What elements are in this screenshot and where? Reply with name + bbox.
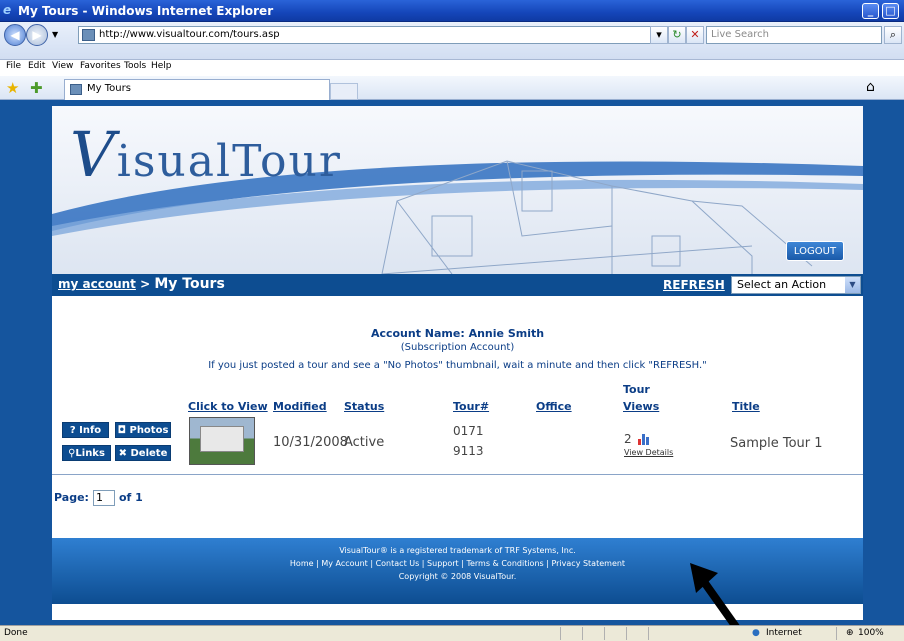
row-divider — [52, 474, 863, 475]
pager-total: of 1 — [118, 491, 143, 504]
action-select-value: Select an Action — [737, 278, 827, 291]
logo-text: isualTour — [116, 136, 342, 187]
globe-icon: ● — [752, 628, 760, 638]
bar-chart-icon[interactable] — [638, 434, 652, 445]
window-title: My Tours - Windows Internet Explorer — [18, 4, 274, 18]
page-icon — [70, 84, 82, 95]
row-tour-number-2: 9113 — [453, 444, 484, 458]
site-logo[interactable]: VisualTour — [70, 118, 342, 191]
row-title: Sample Tour 1 — [730, 436, 823, 451]
search-icon[interactable]: ⌕ — [884, 26, 902, 44]
page-title: My Tours — [154, 276, 225, 292]
row-modified: 10/31/2008 — [273, 435, 348, 450]
window-title-bar: e My Tours - Windows Internet Explorer _… — [0, 0, 904, 22]
header-tour-views[interactable]: Views — [623, 400, 659, 413]
address-bar[interactable]: http://www.visualtour.com/tours.asp — [78, 26, 692, 44]
view-details-link[interactable]: View Details — [624, 448, 673, 457]
menu-help[interactable]: Help — [151, 61, 172, 71]
tour-thumbnail[interactable] — [189, 417, 255, 465]
header-modified[interactable]: Modified — [273, 400, 327, 413]
logo-letter: V — [70, 118, 117, 191]
links-label: Links — [75, 448, 105, 459]
address-url: http://www.visualtour.com/tours.asp — [99, 29, 280, 40]
status-bar: Done ● Internet ⊕ 100% — [0, 625, 904, 641]
delete-icon: ✖ — [118, 448, 128, 459]
stop-icon[interactable]: ✕ — [686, 26, 704, 44]
add-favorite-icon[interactable]: ✚ — [30, 79, 43, 97]
breadcrumb: my account > My Tours — [58, 276, 225, 292]
back-button[interactable]: ◀ — [4, 24, 26, 46]
photos-button[interactable]: ◘ Photos — [115, 422, 171, 438]
house-photo — [200, 426, 244, 452]
history-dropdown-icon[interactable]: ▼ — [52, 30, 58, 39]
refresh-icon[interactable]: ↻ — [668, 26, 686, 44]
ie-icon: e — [3, 3, 12, 17]
action-select[interactable]: Select an Action ▼ — [731, 276, 861, 294]
delete-label: Delete — [130, 448, 168, 459]
refresh-hint: If you just posted a tour and see a "No … — [208, 360, 707, 371]
header-office[interactable]: Office — [536, 400, 572, 413]
refresh-link[interactable]: REFRESH — [663, 278, 725, 292]
account-type: (Subscription Account) — [400, 342, 515, 353]
site-container: VisualTour LOGOUT my account > My Tours … — [52, 106, 863, 620]
page-number-input[interactable]: 1 — [92, 490, 115, 506]
security-zone: Internet — [766, 628, 802, 638]
info-label: Info — [79, 425, 102, 436]
header-tour-views-line1: Tour — [623, 383, 650, 396]
home-icon[interactable]: ⌂ — [866, 79, 875, 95]
footer-trademark: VisualTour® is a registered trademark of… — [339, 546, 576, 555]
chevron-down-icon: ▼ — [845, 277, 860, 293]
row-status: Active — [344, 435, 385, 450]
info-button[interactable]: ? Info — [62, 422, 109, 438]
header-status[interactable]: Status — [344, 400, 384, 413]
pager-label: Page: — [54, 491, 89, 504]
address-toolbar: ◀ ▶ ▼ http://www.visualtour.com/tours.as… — [0, 22, 904, 71]
status-text: Done — [4, 628, 28, 638]
delete-button[interactable]: ✖ Delete — [115, 445, 171, 461]
links-button[interactable]: ⚲Links — [62, 445, 111, 461]
new-tab-button[interactable] — [330, 83, 358, 100]
breadcrumb-separator: > — [135, 277, 155, 291]
address-dropdown-button[interactable]: ▾ — [650, 26, 668, 44]
info-icon: ? — [69, 425, 76, 436]
account-name: Account Name: Annie Smith — [370, 327, 545, 340]
header-click-to-view[interactable]: Click to View — [188, 400, 268, 413]
menu-bar: File Edit View Favorites Tools Help — [0, 60, 904, 74]
menu-favorites[interactable]: Favorites — [80, 61, 121, 71]
favorites-star-icon[interactable]: ★ — [6, 79, 19, 97]
page-viewport: VisualTour LOGOUT my account > My Tours … — [0, 100, 904, 641]
zoom-icon: ⊕ — [846, 628, 854, 638]
tab-my-tours[interactable]: My Tours — [64, 79, 330, 100]
camera-icon: ◘ — [117, 425, 126, 436]
tab-bar: ★ ✚ My Tours ⌂ — [0, 76, 904, 100]
minimize-button[interactable]: _ — [862, 3, 879, 19]
row-tour-number-1: 0171 — [453, 424, 484, 438]
photos-label: Photos — [129, 425, 169, 436]
tab-label: My Tours — [87, 83, 131, 94]
maximize-button[interactable]: □ — [882, 3, 899, 19]
site-header: VisualTour LOGOUT — [52, 106, 863, 274]
header-title[interactable]: Title — [732, 400, 760, 413]
zoom-level[interactable]: 100% — [858, 626, 884, 641]
forward-button[interactable]: ▶ — [26, 24, 48, 46]
logout-button[interactable]: LOGOUT — [786, 241, 844, 261]
menu-file[interactable]: File — [6, 61, 21, 71]
search-input[interactable]: Live Search — [706, 26, 882, 44]
header-tour-number[interactable]: Tour# — [453, 400, 489, 413]
menu-edit[interactable]: Edit — [28, 61, 45, 71]
row-views: 2 — [624, 432, 632, 446]
menu-view[interactable]: View — [52, 61, 73, 71]
menu-tools[interactable]: Tools — [124, 61, 146, 71]
pager: Page: 1 of 1 — [54, 490, 143, 506]
page-nav-bar: my account > My Tours REFRESH Select an … — [52, 274, 863, 296]
my-account-link[interactable]: my account — [58, 277, 136, 291]
page-icon — [82, 29, 95, 41]
